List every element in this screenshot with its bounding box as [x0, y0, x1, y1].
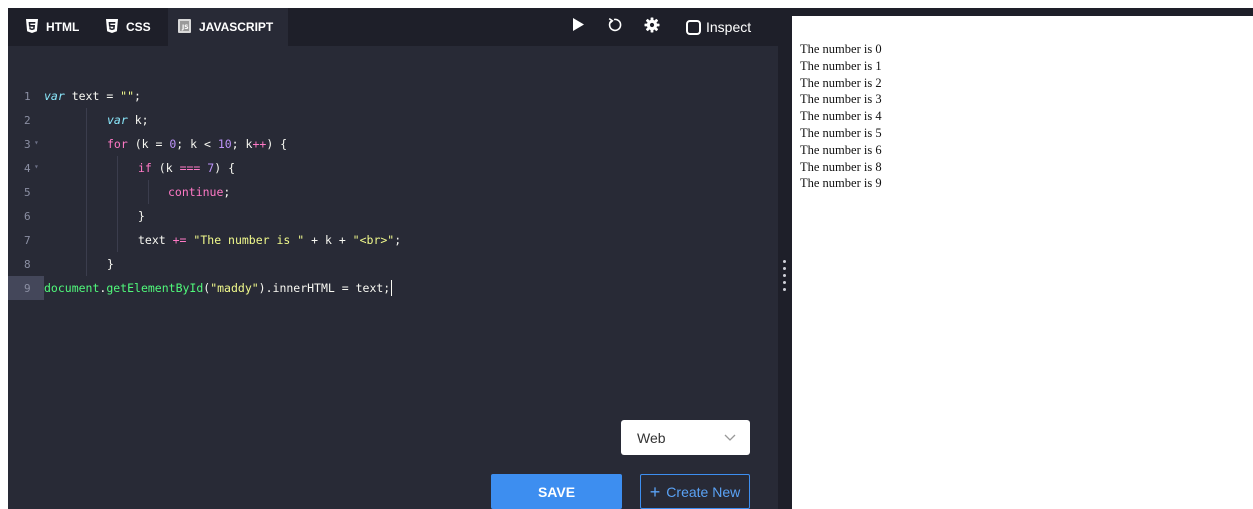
code-content: var k; — [44, 108, 149, 132]
plus-icon: + — [649, 481, 661, 502]
code-line: 7 text += "The number is " + k + "<br>"; — [8, 228, 778, 252]
output-line: The number is 6 — [800, 142, 882, 157]
indent-guide — [117, 228, 118, 252]
code-line: 5 continue; — [8, 180, 778, 204]
line-number: 7 — [24, 233, 31, 247]
tab-html[interactable]: HTML — [26, 8, 79, 46]
run-button[interactable] — [568, 8, 588, 46]
inspect-toggle[interactable]: Inspect — [686, 8, 766, 46]
language-select[interactable]: Web — [621, 420, 750, 455]
css3-icon — [106, 18, 118, 36]
indent-guide — [86, 180, 87, 204]
settings-button[interactable] — [640, 8, 664, 46]
text-cursor — [391, 280, 393, 296]
reset-icon — [606, 17, 622, 38]
tab-javascript[interactable]: JS JAVASCRIPT — [168, 8, 288, 46]
indent-guide — [117, 156, 118, 180]
code-line: 1 var text = ""; — [8, 84, 778, 108]
fold-arrow-icon[interactable]: ▾ — [34, 138, 39, 147]
indent-guide — [86, 252, 87, 276]
indent-guide — [86, 156, 87, 180]
indent-guide — [86, 228, 87, 252]
tab-html-label: HTML — [46, 20, 80, 34]
tab-css[interactable]: CSS — [106, 8, 151, 46]
code-line: 6 } — [8, 204, 778, 228]
output-line: The number is 4 — [800, 109, 882, 124]
code-line: 4 ▾ if (k === 7) { — [8, 156, 778, 180]
output-line: The number is 2 — [800, 75, 882, 90]
output-line: The number is 3 — [800, 92, 882, 107]
inspect-label: Inspect — [706, 19, 752, 35]
inspect-checkbox[interactable] — [686, 19, 701, 35]
language-select-value: Web — [637, 429, 666, 446]
indent-guide — [86, 204, 87, 228]
code-content: if (k === 7) { — [44, 156, 235, 180]
create-new-label: Create New — [666, 483, 741, 500]
gear-icon — [644, 17, 660, 38]
indent-guide — [117, 204, 118, 228]
code-content: for (k = 0; k < 10; k ++) { — [44, 132, 287, 156]
html5-icon — [26, 18, 38, 36]
code-content: document. getElementById("maddy").innerHT… — [44, 280, 393, 296]
line-number: 2 — [24, 113, 31, 127]
line-number: 4 ▾ — [24, 161, 39, 175]
line-number: 5 — [24, 185, 31, 199]
output-line: The number is 9 — [800, 176, 882, 191]
code-content: continue; — [44, 180, 230, 204]
tab-javascript-label: JAVASCRIPT — [199, 20, 274, 34]
editor-panel: HTML CSS JS JAVASCRIPT Inspect 1 var tex… — [8, 8, 778, 509]
line-number: 6 — [24, 209, 31, 223]
code-line: 8 } — [8, 252, 778, 276]
code-content: text += "The number is " + k + "<br>"; — [44, 228, 401, 252]
create-new-button[interactable]: + Create New — [640, 474, 750, 509]
line-number: 1 — [24, 89, 31, 103]
save-button[interactable]: SAVE — [491, 474, 622, 509]
js-file-icon: JS — [178, 18, 191, 36]
output-line: The number is 0 — [800, 42, 882, 56]
output-line: The number is 1 — [800, 58, 882, 73]
chevron-down-icon — [724, 430, 736, 446]
output-preview: The number is 0 The number is 1 The numb… — [800, 41, 882, 192]
code-line-active: 9 document. getElementById("maddy").inner… — [8, 276, 778, 300]
editor-toolbar: HTML CSS JS JAVASCRIPT Inspect — [8, 8, 778, 46]
drag-handle-icon — [783, 260, 786, 295]
tab-css-label: CSS — [126, 20, 151, 34]
line-number: 9 — [8, 276, 44, 300]
reset-button[interactable] — [604, 8, 624, 46]
output-line: The number is 8 — [800, 159, 882, 174]
code-content: var text = ""; — [44, 89, 141, 103]
output-line: The number is 5 — [800, 125, 882, 140]
output-top-bar — [792, 8, 1253, 16]
indent-guide — [86, 132, 87, 156]
indent-guide — [117, 180, 118, 204]
svg-text:JS: JS — [181, 24, 189, 31]
code-content: } — [44, 252, 114, 276]
indent-guide — [148, 180, 149, 204]
play-icon — [572, 18, 584, 36]
code-line: 3 ▾ for (k = 0; k < 10; k ++) { — [8, 132, 778, 156]
line-number: 8 — [24, 257, 31, 271]
code-content: } — [44, 204, 145, 228]
fold-arrow-icon[interactable]: ▾ — [34, 162, 39, 171]
indent-guide — [86, 108, 87, 132]
line-number: 3 ▾ — [24, 137, 39, 151]
panel-resize-handle[interactable] — [778, 8, 792, 509]
code-line: 2 var k; — [8, 108, 778, 132]
